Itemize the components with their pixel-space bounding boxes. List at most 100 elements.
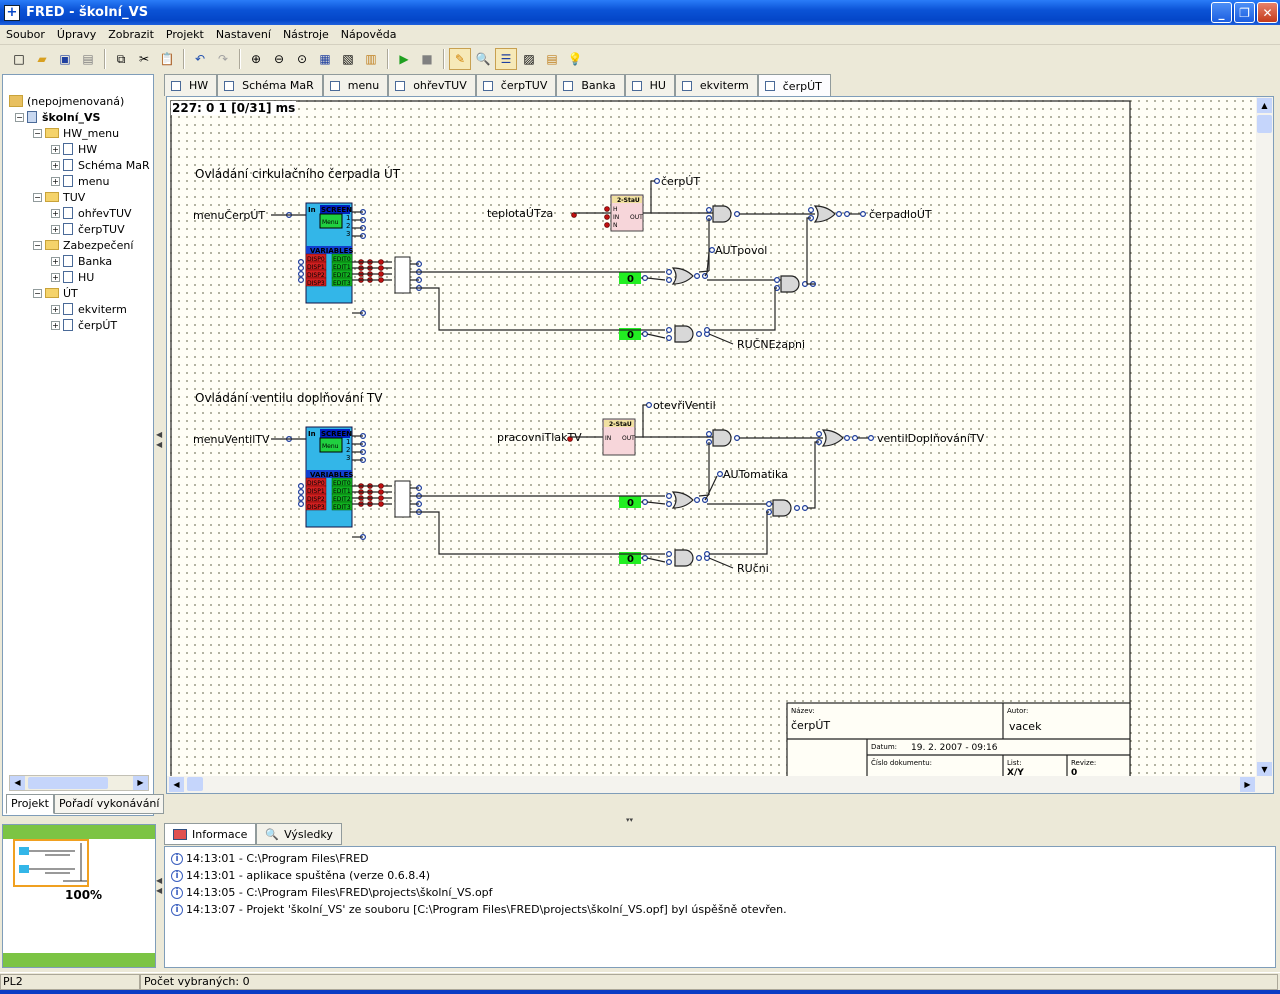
and-gate[interactable] [712, 429, 732, 447]
expand-icon[interactable]: + [51, 224, 60, 234]
wire[interactable] [806, 217, 815, 285]
list2-icon[interactable]: ▤ [541, 48, 563, 70]
pin[interactable] [642, 555, 649, 562]
expand-icon[interactable]: + [51, 272, 60, 282]
scroll-right-icon[interactable]: ▶ [1240, 777, 1255, 792]
tree-item[interactable]: − HW_menu [33, 125, 119, 141]
view-icon[interactable]: ▨ [518, 48, 540, 70]
menu-napoveda[interactable]: Nápověda [335, 28, 403, 41]
doc-tab[interactable]: Banka [556, 74, 625, 96]
pin[interactable] [703, 327, 710, 334]
f-block[interactable] [394, 256, 411, 294]
wire[interactable] [646, 277, 666, 281]
wire[interactable] [708, 333, 734, 345]
expand-icon[interactable]: + [51, 144, 60, 154]
pin[interactable] [298, 277, 305, 284]
pin[interactable] [733, 435, 740, 442]
page-icon[interactable]: ▦ [314, 48, 336, 70]
run-icon[interactable]: ▶ [393, 48, 415, 70]
pin[interactable] [298, 483, 305, 490]
or-gate[interactable] [821, 429, 844, 447]
doc-tab[interactable]: HU [624, 74, 675, 96]
pin[interactable] [807, 206, 814, 213]
tree-item[interactable]: + Schéma MaR [51, 157, 150, 173]
pin[interactable] [666, 501, 673, 508]
doc-tab[interactable]: čerpTUV [475, 74, 557, 96]
pin[interactable] [859, 210, 866, 217]
pin[interactable] [773, 277, 780, 284]
pin[interactable] [378, 277, 384, 283]
hscroll-thumb[interactable] [187, 777, 203, 791]
expand-icon[interactable]: + [51, 160, 60, 170]
wire[interactable] [709, 511, 769, 555]
pin[interactable] [705, 431, 712, 438]
pin[interactable] [693, 497, 700, 504]
wire[interactable] [646, 501, 666, 505]
pin[interactable] [835, 210, 842, 217]
pin[interactable] [646, 402, 653, 409]
minimap-panel[interactable]: 100% [2, 824, 156, 968]
pin[interactable] [642, 275, 649, 282]
scroll-left-icon[interactable]: ◀ [10, 776, 25, 790]
wire[interactable] [419, 287, 665, 331]
pin[interactable] [666, 277, 673, 284]
wire[interactable] [709, 287, 777, 331]
schema-canvas-area[interactable]: Ovládání cirkulačního čerpadla ÚT menuČer… [166, 96, 1274, 794]
or-gate[interactable] [671, 267, 694, 285]
wire[interactable] [635, 419, 644, 438]
save-icon[interactable]: ▣ [54, 48, 76, 70]
menu-soubor[interactable]: Soubor [0, 28, 51, 41]
scroll-down-icon[interactable]: ▼ [1257, 762, 1272, 777]
tree-item[interactable]: − ÚT [33, 285, 78, 301]
tree-item[interactable]: + ohřevTUV [51, 205, 132, 221]
pin-icon[interactable]: ✎ [449, 48, 471, 70]
pin[interactable] [666, 269, 673, 276]
pin[interactable] [867, 435, 874, 442]
tab-poradi[interactable]: Pořadí vykonávání [53, 794, 165, 814]
scroll-thumb[interactable] [28, 777, 108, 789]
pin[interactable] [298, 501, 305, 508]
tree-root[interactable]: (nepojmenovaná) [9, 93, 124, 109]
open-icon[interactable]: ▰ [31, 48, 53, 70]
doc-tab[interactable]: ohřevTUV [388, 74, 476, 96]
tree-item[interactable]: + HU [51, 269, 94, 285]
bulb-icon[interactable]: 💡 [564, 48, 586, 70]
collapse-icon[interactable]: − [15, 112, 24, 122]
pin[interactable] [378, 501, 384, 507]
tree-project[interactable]: − školní_VS [15, 109, 100, 125]
pin[interactable] [604, 206, 610, 212]
pin[interactable] [708, 247, 715, 254]
pin[interactable] [654, 177, 661, 184]
pin[interactable] [298, 265, 305, 272]
minimap-viewport[interactable] [13, 839, 89, 887]
pin[interactable] [298, 271, 305, 278]
pin[interactable] [666, 493, 673, 500]
cut-icon[interactable]: ✂ [133, 48, 155, 70]
and-gate[interactable] [780, 275, 800, 293]
pin[interactable] [666, 559, 673, 566]
collapse-icon[interactable]: − [33, 192, 42, 202]
pin[interactable] [298, 489, 305, 496]
zoom-out-icon[interactable]: ⊖ [268, 48, 290, 70]
undo-icon[interactable]: ↶ [189, 48, 211, 70]
pin[interactable] [695, 555, 702, 562]
tab-informace[interactable]: Informace [164, 823, 257, 845]
expand-icon[interactable]: + [51, 176, 60, 186]
pin[interactable] [851, 435, 858, 442]
menu-upravy[interactable]: Úpravy [51, 28, 102, 41]
pin[interactable] [733, 210, 740, 217]
pin[interactable] [378, 489, 384, 495]
title-bar[interactable]: + FRED - školní_VS _ ❐ ✕ [0, 0, 1280, 25]
scroll-right-icon[interactable]: ▶ [133, 776, 148, 790]
pin[interactable] [815, 431, 822, 438]
doc-tab[interactable]: Schéma MaR [217, 74, 323, 96]
tree-horizontal-scrollbar[interactable]: ◀ ▶ [9, 775, 149, 791]
pin[interactable] [666, 551, 673, 558]
tree-item[interactable]: + HW [51, 141, 97, 157]
pin[interactable] [703, 551, 710, 558]
f-block[interactable] [394, 480, 411, 518]
menu-nastroje[interactable]: Nástroje [277, 28, 335, 41]
doc-tab[interactable]: menu [322, 74, 389, 96]
paste-icon[interactable]: 📋 [156, 48, 178, 70]
pin[interactable] [843, 435, 850, 442]
